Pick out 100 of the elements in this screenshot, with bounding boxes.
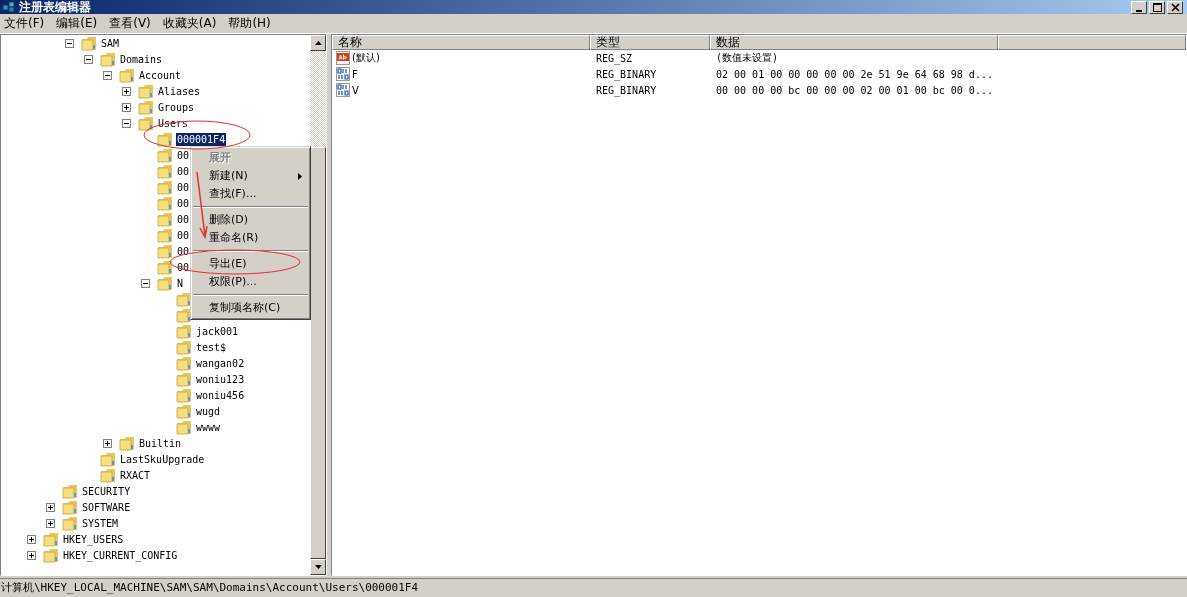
folder-icon bbox=[176, 371, 192, 387]
menu-item[interactable]: 收藏夹(A) bbox=[158, 15, 221, 32]
folder-icon bbox=[157, 275, 173, 291]
tree-item[interactable]: woniu123 bbox=[195, 372, 246, 386]
tree-item[interactable]: LastSkuUpgrade bbox=[119, 452, 206, 466]
tree-item[interactable]: N bbox=[176, 276, 185, 290]
tree-item[interactable]: Domains bbox=[119, 52, 164, 66]
folder-icon bbox=[119, 67, 135, 83]
expand-icon[interactable] bbox=[27, 534, 36, 544]
folder-icon bbox=[62, 499, 78, 515]
tree-item[interactable]: 00 bbox=[176, 260, 191, 274]
expand-icon[interactable] bbox=[46, 518, 55, 528]
expand-icon[interactable] bbox=[27, 550, 36, 560]
tree-item[interactable]: 00 bbox=[176, 148, 191, 162]
tree-item[interactable]: HKEY_CURRENT_CONFIG bbox=[62, 548, 179, 562]
folder-icon bbox=[176, 323, 192, 339]
tree-item[interactable]: 00 bbox=[176, 212, 191, 226]
folder-icon bbox=[138, 99, 154, 115]
tree-item[interactable]: wangan02 bbox=[195, 356, 246, 370]
tree-item[interactable]: 00 bbox=[176, 196, 191, 210]
folder-icon bbox=[176, 307, 192, 323]
tree-item[interactable]: SECURITY bbox=[81, 484, 132, 498]
tree-item[interactable]: RXACT bbox=[119, 468, 152, 482]
tree-item[interactable]: 000001F4 bbox=[176, 132, 227, 146]
tree-item[interactable]: SYSTEM bbox=[81, 516, 120, 530]
value-type: REG_SZ bbox=[595, 52, 634, 64]
tree-item[interactable]: Groups bbox=[157, 100, 196, 114]
folder-icon bbox=[157, 163, 173, 179]
collapse-icon[interactable] bbox=[103, 70, 112, 80]
context-menu-item[interactable]: 查找(F)... bbox=[191, 185, 310, 203]
expand-icon[interactable] bbox=[122, 102, 131, 112]
folder-icon bbox=[119, 435, 135, 451]
expand-icon[interactable] bbox=[103, 438, 112, 448]
folder-icon bbox=[157, 211, 173, 227]
tree-item[interactable]: Aliases bbox=[157, 84, 202, 98]
folder-icon bbox=[100, 51, 116, 67]
value-name[interactable]: (默认) bbox=[352, 51, 380, 65]
scrollbar[interactable] bbox=[310, 35, 326, 575]
binary-value-icon bbox=[336, 83, 350, 97]
collapse-icon[interactable] bbox=[141, 278, 150, 288]
expand-icon[interactable] bbox=[46, 502, 55, 512]
tree-item[interactable]: wugd bbox=[195, 404, 222, 418]
window-title: 注册表编辑器 bbox=[19, 0, 91, 14]
folder-icon bbox=[176, 403, 192, 419]
menu-item[interactable]: 编辑(E) bbox=[52, 15, 102, 32]
folder-icon bbox=[157, 195, 173, 211]
context-menu-item[interactable]: 删除(D) bbox=[191, 211, 310, 229]
tree-item[interactable]: woniu456 bbox=[195, 388, 246, 402]
value-name[interactable]: F bbox=[352, 68, 358, 80]
folder-icon bbox=[157, 179, 173, 195]
menu-item[interactable]: 帮助(H) bbox=[224, 15, 275, 32]
folder-icon bbox=[100, 451, 116, 467]
value-type: REG_BINARY bbox=[595, 68, 658, 80]
tree-item[interactable]: Account bbox=[138, 68, 183, 82]
folder-icon bbox=[138, 115, 154, 131]
registry-cubes-icon bbox=[2, 1, 16, 13]
scroll-down-button[interactable] bbox=[310, 559, 326, 575]
column-header[interactable]: 数据 bbox=[710, 35, 998, 50]
folder-icon bbox=[81, 35, 97, 51]
maximize-icon bbox=[1152, 3, 1162, 12]
column-header[interactable]: 类型 bbox=[590, 35, 710, 50]
folder-icon bbox=[157, 227, 173, 243]
close-icon bbox=[1170, 3, 1180, 12]
down-arrow-icon bbox=[314, 565, 322, 569]
tree-item[interactable]: SAM bbox=[100, 36, 121, 50]
folder-icon bbox=[176, 339, 192, 355]
close-button[interactable] bbox=[1167, 1, 1183, 14]
tree-item[interactable]: 00 bbox=[176, 180, 191, 194]
collapse-icon[interactable] bbox=[65, 38, 74, 48]
tree-item[interactable]: 00 bbox=[176, 228, 191, 242]
column-header[interactable]: 名称 bbox=[332, 35, 590, 50]
tree-item[interactable]: SOFTWARE bbox=[81, 500, 132, 514]
value-type: REG_BINARY bbox=[595, 84, 658, 96]
tree-item[interactable]: HKEY_USERS bbox=[62, 532, 125, 546]
context-menu-item[interactable]: 导出(E) bbox=[191, 255, 310, 273]
expand-icon[interactable] bbox=[122, 86, 131, 96]
value-data: 02 00 01 00 00 00 00 00 2e 51 9e 64 68 98 d... bbox=[715, 68, 994, 80]
collapse-icon[interactable] bbox=[122, 118, 131, 128]
tree-item[interactable]: jack001 bbox=[195, 324, 240, 338]
string-value-icon bbox=[336, 51, 350, 65]
folder-icon bbox=[62, 515, 78, 531]
context-menu-item[interactable]: 新建(N) bbox=[191, 167, 310, 185]
folder-icon bbox=[157, 243, 173, 259]
value-name[interactable]: V bbox=[352, 84, 359, 96]
tree-item[interactable]: Builtin bbox=[138, 436, 183, 450]
menu-item[interactable]: 文件(F) bbox=[0, 15, 49, 32]
folder-icon bbox=[157, 259, 173, 275]
tree-item[interactable]: wwww bbox=[195, 420, 222, 434]
collapse-icon[interactable] bbox=[84, 54, 93, 64]
tree-item[interactable]: test$ bbox=[195, 340, 228, 354]
scroll-thumb[interactable] bbox=[310, 147, 326, 559]
menu-item[interactable]: 查看(V) bbox=[105, 15, 155, 32]
tree-item[interactable]: 00 bbox=[176, 244, 191, 258]
context-menu-item[interactable]: 权限(P)... bbox=[191, 273, 310, 291]
context-menu-item[interactable]: 复制项名称(C) bbox=[191, 299, 310, 317]
tree-item[interactable]: 00 bbox=[176, 164, 191, 178]
maximize-button[interactable] bbox=[1149, 1, 1165, 14]
scroll-up-button[interactable] bbox=[310, 35, 326, 51]
context-menu-item[interactable]: 重命名(R) bbox=[191, 229, 310, 247]
minimize-button[interactable] bbox=[1131, 1, 1147, 14]
